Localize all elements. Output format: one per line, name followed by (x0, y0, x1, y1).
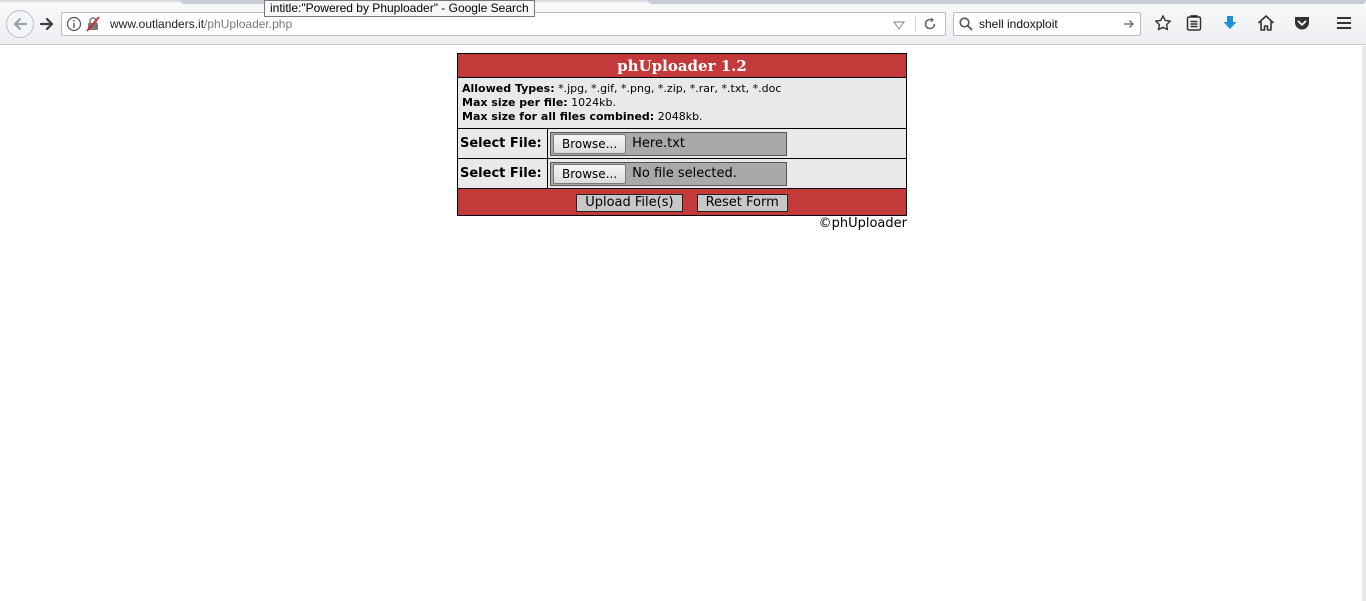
info-icon[interactable] (66, 16, 82, 32)
select-file-label: Select File: (457, 158, 548, 189)
arrow-left-icon (13, 17, 28, 31)
reset-form-button[interactable]: Reset Form (696, 193, 788, 212)
page-scrollbar[interactable] (1362, 46, 1366, 601)
dropdown-triangle-icon[interactable] (892, 18, 906, 32)
allowed-types-label: Allowed Types: (462, 82, 555, 95)
reading-list-button[interactable] (1184, 13, 1204, 33)
max-per-file-value: 1024kb. (567, 96, 617, 109)
hamburger-menu-icon (1337, 17, 1351, 29)
url-separator (915, 16, 916, 32)
reload-icon[interactable] (922, 16, 938, 32)
browse-button[interactable]: Browse... (553, 133, 627, 154)
max-per-file-line: Max size per file: 1024kb. (462, 96, 902, 110)
pocket-button[interactable] (1292, 13, 1312, 33)
home-button[interactable] (1256, 13, 1276, 33)
uploader-title: phUploader 1.2 (457, 53, 907, 78)
star-icon (1155, 15, 1171, 31)
select-file-label: Select File: (457, 128, 548, 159)
file-input-cell: Browse... Here.txt (547, 128, 907, 159)
selected-file-name: Here.txt (632, 136, 685, 151)
arrow-right-icon (39, 17, 54, 31)
download-arrow-icon (1223, 16, 1237, 29)
browser-toolbar: www.outlanders.it/phUploader.php shell i… (0, 0, 1366, 45)
max-total-value: 2048kb. (654, 110, 703, 123)
insecure-lock-icon[interactable] (85, 16, 101, 32)
pocket-icon (1295, 17, 1309, 30)
url-domain: www.outlanders.it (110, 17, 205, 31)
browse-button[interactable]: Browse... (553, 163, 627, 184)
clipboard-list-icon (1186, 15, 1202, 31)
max-per-file-label: Max size per file: (462, 96, 568, 109)
upload-files-button[interactable]: Upload File(s) (576, 193, 683, 212)
form-actions: Upload File(s) Reset Form (457, 188, 907, 216)
upload-limits-info: Allowed Types: *.jpg, *.gif, *.png, *.zi… (457, 77, 907, 129)
allowed-types-line: Allowed Types: *.jpg, *.gif, *.png, *.zi… (462, 82, 902, 96)
selected-file-name: No file selected. (632, 166, 737, 181)
back-button[interactable] (6, 10, 34, 38)
max-total-label: Max size for all files combined: (462, 110, 655, 123)
search-go-arrow-icon[interactable] (1122, 17, 1136, 31)
copyright-text: ©phUploader (818, 216, 907, 231)
file-input-cell: Browse... No file selected. (547, 158, 907, 189)
bookmark-star-button[interactable] (1153, 13, 1173, 33)
url-text[interactable]: www.outlanders.it/phUploader.php (110, 17, 292, 31)
menu-button[interactable] (1334, 13, 1354, 33)
home-icon (1257, 15, 1275, 31)
tab-edge-left[interactable] (180, 0, 270, 4)
max-total-line: Max size for all files combined: 2048kb. (462, 110, 902, 124)
search-bar[interactable]: shell indoxploit (953, 12, 1141, 36)
search-icon (959, 17, 973, 31)
url-path: /phUploader.php (204, 17, 293, 31)
file-input[interactable]: Browse... No file selected. (550, 161, 787, 186)
allowed-types-value: *.jpg, *.gif, *.png, *.zip, *.rar, *.txt… (554, 82, 782, 95)
file-input[interactable]: Browse... Here.txt (550, 131, 787, 156)
forward-button[interactable] (36, 13, 58, 35)
uploader-form: phUploader 1.2 Allowed Types: *.jpg, *.g… (457, 53, 907, 216)
downloads-button[interactable] (1220, 13, 1240, 33)
search-input[interactable]: shell indoxploit (979, 17, 1058, 31)
tab-tooltip: intitle:"Powered by Phuploader" - Google… (264, 0, 535, 17)
tab-edge-right[interactable] (648, 0, 1366, 4)
